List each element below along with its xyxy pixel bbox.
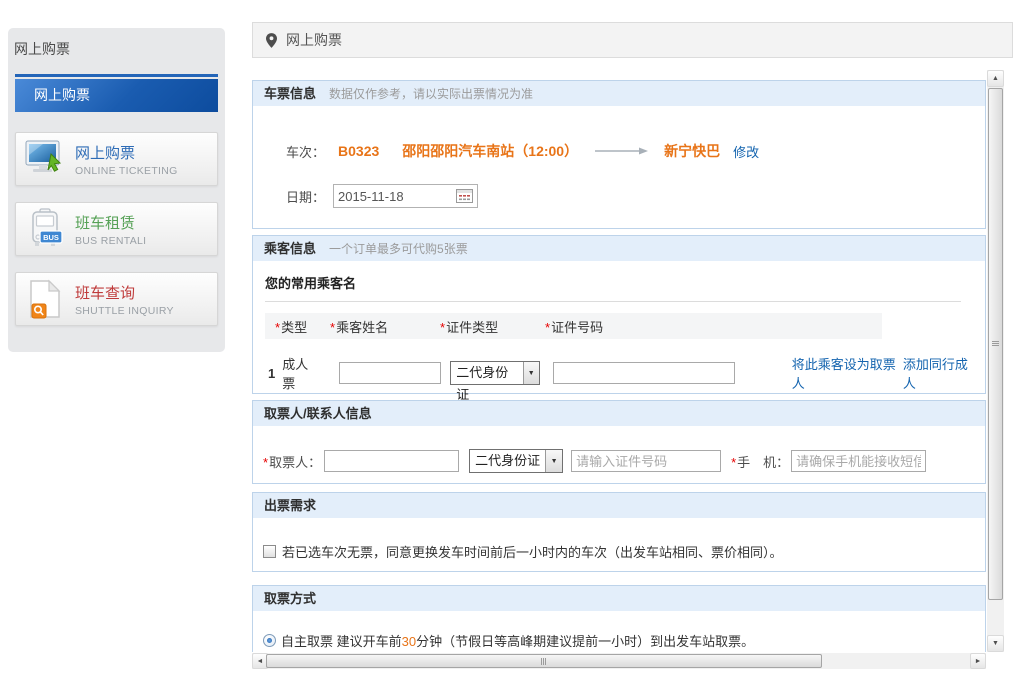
flexible-train-checkbox[interactable] — [263, 545, 276, 558]
pickup-person-label: *取票人： — [263, 452, 321, 471]
section-pickup-method: 取票方式 自主取票 建议开车前30分钟（节假日等高峰期建议提前一小时）到出发车站… — [252, 585, 986, 652]
scroll-right-icon: ► — [975, 658, 982, 665]
vertical-scrollbar-thumb[interactable] — [988, 88, 1003, 600]
self-pickup-option: 自主取票 建议开车前30分钟（节假日等高峰期建议提前一小时）到出发车站取票。 — [263, 631, 985, 650]
sidebar-active-item[interactable]: 网上购票 — [15, 74, 218, 112]
passenger-name-input[interactable] — [339, 362, 441, 384]
radio-label: 自主取票 建议开车前30分钟（节假日等高峰期建议提前一小时）到出发车站取票。 — [281, 631, 754, 650]
document-search-icon — [24, 276, 66, 322]
sidebar-active-topline — [15, 74, 218, 77]
bus-icon: BUS — [24, 206, 66, 252]
destination-station: 新宁快巴 — [664, 141, 720, 161]
phone-label: *手 机： — [731, 452, 789, 471]
section-passenger-info: 乘客信息一个订单最多可代购5张票 您的常用乘客名 *类型 *乘客姓名 *证件类型… — [252, 235, 986, 394]
passenger-id-number-input[interactable] — [553, 362, 735, 384]
self-pickup-radio[interactable] — [263, 634, 276, 647]
train-label: 车次： — [286, 142, 325, 161]
train-number: B0323 — [338, 143, 379, 159]
section-passenger-header: 乘客信息一个订单最多可代购5张票 — [253, 236, 985, 261]
content-area: 车票信息数据仅作参考，请以实际出票情况为准 车次： B0323 邵阳邵阳汽车南站… — [252, 70, 986, 652]
contact-id-number-input[interactable] — [571, 450, 721, 472]
date-label: 日期： — [286, 187, 325, 206]
chevron-down-icon: ▼ — [545, 450, 562, 472]
column-id-type: *证件类型 — [440, 317, 545, 336]
breadcrumb: 网上购票 — [252, 22, 1013, 58]
passenger-row: 1 成人票 二代身份证 ▼ 将此乘客设为取票人 添加同行成人 — [268, 354, 980, 392]
sidebar-item-subtitle: SHUTTLE INQUIRY — [75, 305, 174, 317]
monitor-cursor-icon — [24, 136, 66, 182]
pickup-person-name-input[interactable] — [324, 450, 459, 472]
thumb-grip — [541, 658, 542, 665]
scroll-left-icon: ◄ — [257, 658, 264, 665]
section-ticket-info: 车票信息数据仅作参考，请以实际出票情况为准 车次： B0323 邵阳邵阳汽车南站… — [252, 80, 986, 229]
section-title: 出票需求 — [264, 498, 316, 513]
section-method-header: 取票方式 — [253, 586, 985, 611]
scroll-down-icon: ▼ — [992, 640, 999, 647]
sidebar-item-shuttle-inquiry[interactable]: 班车查询 SHUTTLE INQUIRY — [15, 272, 218, 326]
column-name: *乘客姓名 — [330, 317, 440, 336]
add-companion-adult-link[interactable]: 添加同行成人 — [903, 354, 977, 392]
section-title: 取票方式 — [264, 591, 316, 606]
sidebar-item-title: 班车查询 — [75, 282, 174, 303]
frequent-passengers-heading: 您的常用乘客名 — [265, 273, 961, 302]
sidebar-item-subtitle: BUS RENTALI — [75, 235, 146, 247]
passenger-index: 1 — [268, 366, 275, 381]
date-input-wrap — [333, 184, 478, 208]
section-title: 乘客信息 — [264, 241, 316, 256]
column-id-number: *证件号码 — [545, 317, 603, 336]
route-arrow-icon — [595, 145, 649, 157]
section-title: 取票人/联系人信息 — [264, 406, 372, 421]
modify-link[interactable]: 修改 — [733, 142, 759, 161]
sidebar-active-label: 网上购票 — [15, 79, 218, 112]
section-contact-header: 取票人/联系人信息 — [253, 401, 985, 426]
passenger-id-type-select[interactable]: 二代身份证 ▼ — [450, 361, 539, 385]
contact-row: *取票人： 二代身份证 ▼ *手 机： — [263, 449, 985, 473]
section-demand-header: 出票需求 — [253, 493, 985, 518]
svg-text:BUS: BUS — [43, 233, 59, 242]
horizontal-scrollbar[interactable]: ◄ ► — [252, 653, 986, 669]
sidebar: 网上购票 网上购票 网上购票 ONLINE TICKETING — [8, 28, 225, 352]
thumb-grip — [992, 341, 999, 342]
flexible-train-option: 若已选车次无票，同意更换发车时间前后一小时内的车次（出发车站相同、票价相同）。 — [263, 542, 985, 561]
scroll-up-icon: ▲ — [992, 75, 999, 82]
phone-input[interactable] — [791, 450, 926, 472]
checkbox-label: 若已选车次无票，同意更换发车时间前后一小时内的车次（出发车站相同、票价相同）。 — [282, 542, 783, 561]
section-note: 数据仅作参考，请以实际出票情况为准 — [329, 87, 533, 101]
section-note: 一个订单最多可代购5张票 — [329, 242, 468, 256]
sidebar-item-title: 网上购票 — [75, 142, 178, 163]
page-title: 网上购票 — [286, 30, 342, 50]
ticket-type-label: 成人票 — [282, 354, 319, 392]
sidebar-item-title: 班车租赁 — [75, 212, 146, 233]
scroll-up-button[interactable]: ▲ — [987, 70, 1004, 87]
sidebar-item-subtitle: ONLINE TICKETING — [75, 165, 178, 177]
set-as-pickup-link[interactable]: 将此乘客设为取票人 — [792, 354, 903, 392]
section-ticket-header: 车票信息数据仅作参考，请以实际出票情况为准 — [253, 81, 985, 106]
select-value: 二代身份证 — [451, 362, 522, 384]
column-type: *类型 — [275, 317, 330, 336]
location-pin-icon — [266, 33, 277, 48]
chevron-down-icon: ▼ — [523, 362, 539, 384]
date-input[interactable] — [338, 189, 456, 204]
calendar-icon[interactable] — [456, 189, 473, 203]
section-title: 车票信息 — [264, 86, 316, 101]
contact-id-type-select[interactable]: 二代身份证 ▼ — [469, 449, 563, 473]
scroll-down-button[interactable]: ▼ — [987, 635, 1004, 652]
date-row: 日期： — [286, 184, 985, 208]
section-issue-demand: 出票需求 若已选车次无票，同意更换发车时间前后一小时内的车次（出发车站相同、票价… — [252, 492, 986, 572]
scroll-right-button[interactable]: ► — [970, 653, 986, 669]
section-contact-info: 取票人/联系人信息 *取票人： 二代身份证 ▼ *手 机： — [252, 400, 986, 484]
train-row: 车次： B0323 邵阳邵阳汽车南站（12:00） 新宁快巴 修改 — [286, 141, 985, 161]
sidebar-item-bus-rental[interactable]: BUS 班车租赁 BUS RENTALI — [15, 202, 218, 256]
sidebar-panel-title: 网上购票 — [8, 28, 225, 74]
select-value: 二代身份证 — [470, 450, 545, 472]
horizontal-scrollbar-thumb[interactable] — [266, 654, 822, 668]
passenger-table-header: *类型 *乘客姓名 *证件类型 *证件号码 — [265, 313, 882, 339]
vertical-scrollbar[interactable]: ▲ ▼ — [987, 70, 1004, 652]
origin-station: 邵阳邵阳汽车南站（12:00） — [402, 141, 578, 161]
sidebar-item-online-ticketing[interactable]: 网上购票 ONLINE TICKETING — [15, 132, 218, 186]
